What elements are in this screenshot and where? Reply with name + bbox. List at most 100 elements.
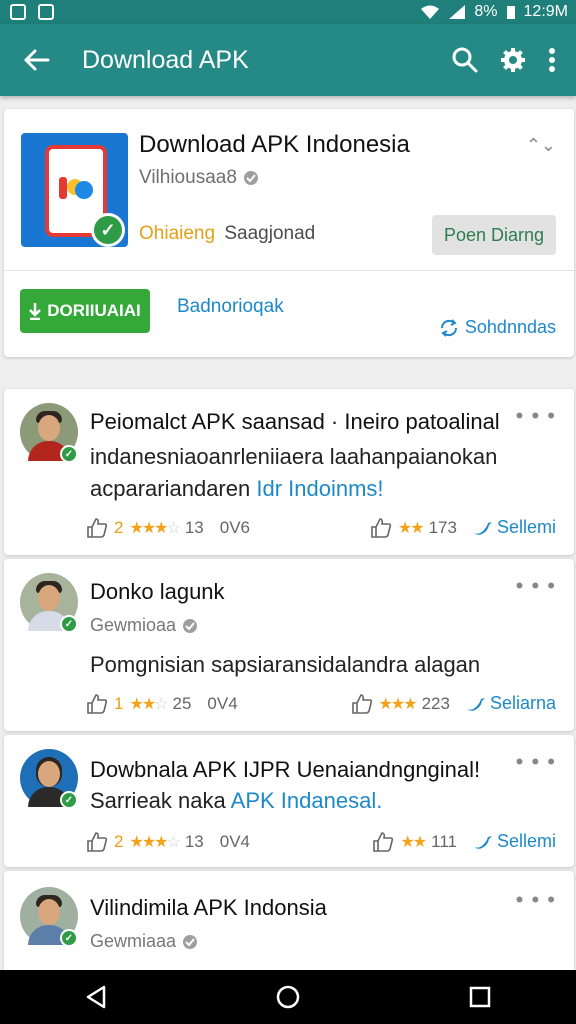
avatar[interactable]: ✓ — [20, 573, 78, 633]
like-count: 2 — [114, 831, 124, 851]
navigation-bar — [0, 970, 576, 1024]
review-card: ✓ • • • Donko lagunk Gewmioaa Pomgnisian… — [4, 559, 574, 731]
review-text: indanesniaoanrleniiaera laahanpaianokan — [90, 444, 498, 469]
review-subtitle-row: Gewmiaaa — [90, 931, 198, 952]
more-options-icon[interactable]: • • • — [516, 403, 556, 429]
twitter-bird-icon — [466, 697, 485, 711]
collapse-icon[interactable]: ⌃⌄ — [526, 135, 556, 156]
nav-recents-icon[interactable] — [469, 986, 491, 1008]
share-link[interactable]: Seliarna — [466, 693, 556, 714]
star-rating-icon: ★★★ — [378, 695, 418, 713]
twitter-bird-icon — [473, 835, 492, 849]
review-text-line: Sarrieak naka APK Indanesal. — [90, 785, 550, 817]
avatar[interactable]: ✓ — [20, 749, 78, 809]
review-text: Pomgnisian sapsiaransidalandra alagan — [90, 652, 481, 677]
app-subtitle: Vilhiousaa8 — [139, 167, 237, 188]
more-options-icon[interactable]: • • • — [516, 573, 556, 599]
right-count: 223 — [421, 693, 450, 713]
review-text: Sarrieak naka — [90, 788, 226, 813]
right-count: 111 — [431, 831, 457, 851]
thumbs-up-icon[interactable] — [372, 831, 394, 852]
app-logo-icon — [59, 177, 93, 199]
sync-icon — [440, 318, 457, 337]
review-card: ✓ • • • Peiomalct APK saansad · Ineiro p… — [4, 389, 574, 555]
view-count: 0V6 — [219, 517, 251, 537]
side-link[interactable]: Sohdnndas — [439, 317, 556, 338]
app-meta-accent: Ohiaieng — [139, 223, 216, 244]
more-options-icon[interactable]: • • • — [516, 749, 556, 775]
review-text-line: acparariandaren Idr Indoinms! — [90, 473, 550, 505]
download-icon — [29, 303, 42, 320]
download-button[interactable]: DORIIUAIAI — [20, 289, 150, 333]
avatar-face — [38, 899, 60, 925]
rating-count: 13 — [184, 831, 204, 851]
review-footer: 2 ★★★☆ 13 0V4 ★★ 111 Sellemi — [86, 831, 556, 852]
verified-badge-icon — [183, 934, 198, 949]
wifi-icon — [421, 5, 440, 19]
page-title: Download APK — [82, 45, 249, 74]
share-link[interactable]: Sellemi — [473, 517, 556, 538]
review-title: Donko lagunk — [90, 579, 225, 604]
rating-count: 25 — [172, 693, 192, 713]
review-subtitle-row: Gewmioaa — [90, 615, 198, 636]
verified-check-icon: ✓ — [60, 929, 78, 947]
search-icon[interactable] — [452, 47, 478, 73]
status-bar: 8% 12:9M — [0, 0, 576, 24]
thumbs-up-icon[interactable] — [86, 831, 108, 852]
review-subtitle: Gewmioaa — [90, 615, 177, 635]
thumbs-up-icon[interactable] — [370, 517, 392, 538]
app-icon: ✓ — [21, 133, 128, 247]
review-title: Peiomalct APK saansad · Ineiro patoalina… — [90, 409, 500, 434]
image-icon — [38, 4, 54, 20]
nav-home-icon[interactable] — [276, 985, 300, 1009]
view-count: 0V4 — [219, 831, 251, 851]
star-rating-icon: ★★☆ — [129, 695, 168, 713]
like-count: 2 — [114, 517, 124, 537]
more-options-icon[interactable]: • • • — [516, 887, 556, 913]
review-card: ✓ • • • Dowbnala APK IJPR Uenaiandngngin… — [4, 735, 574, 867]
app-card: ✓ Download APK Indonesia Vilhiousaa8 ⌃⌄ … — [4, 109, 574, 357]
review-footer: 2 ★★★☆ 13 0V6 ★★ 173 Sellemi — [86, 517, 556, 538]
app-developer: Vilhiousaa8 — [139, 167, 259, 189]
like-count: 1 — [114, 693, 124, 713]
review-title: Vilindimila APK Indonsia — [90, 895, 327, 920]
view-count: 0V4 — [207, 693, 238, 713]
share-label: Sellemi — [496, 831, 556, 851]
clock: 12:9M — [523, 3, 568, 20]
overflow-menu-icon[interactable] — [548, 47, 556, 73]
review-link[interactable]: Idr Indoinms! — [256, 476, 383, 501]
review-link[interactable]: APK Indanesal. — [231, 788, 383, 813]
share-link[interactable]: Sellemi — [473, 831, 556, 852]
avatar[interactable]: ✓ — [20, 887, 78, 947]
download-link[interactable]: Badnorioqak — [177, 296, 284, 318]
back-button[interactable] — [0, 48, 72, 72]
right-count: 173 — [428, 517, 457, 537]
verified-badge-icon — [183, 618, 198, 633]
thumbs-up-icon[interactable] — [86, 693, 108, 714]
review-card: ✓ • • • Vilindimila APK Indonsia Gewmiaa… — [4, 871, 574, 970]
avatar-face — [38, 585, 60, 611]
thumbs-up-icon[interactable] — [86, 517, 108, 538]
arrow-back-icon — [24, 49, 50, 71]
side-link-label: Sohdnndas — [464, 317, 556, 337]
verified-badge-icon — [243, 171, 258, 185]
thumbs-up-icon[interactable] — [351, 693, 373, 714]
share-label: Sellemi — [496, 517, 556, 537]
share-label: Seliarna — [489, 693, 556, 713]
download-button-label: DORIIUAIAI — [47, 301, 141, 320]
app-meta-dev: Saagjonad — [224, 223, 316, 244]
signal-icon — [449, 5, 466, 19]
avatar[interactable]: ✓ — [20, 403, 78, 463]
verified-check-icon: ✓ — [91, 213, 125, 247]
app-bar: Download APK — [0, 24, 576, 96]
twitter-bird-icon — [473, 521, 492, 535]
app-title: Download APK Indonesia — [139, 131, 410, 158]
open-button[interactable]: Poen Diarng — [432, 215, 556, 255]
divider — [4, 270, 574, 271]
star-rating-icon: ★★ — [397, 519, 425, 537]
rating-count: 13 — [184, 517, 204, 537]
nav-back-icon[interactable] — [85, 985, 107, 1009]
battery-icon — [506, 6, 515, 19]
review-subtitle: Gewmiaaa — [90, 931, 177, 951]
gear-icon[interactable] — [500, 47, 526, 73]
